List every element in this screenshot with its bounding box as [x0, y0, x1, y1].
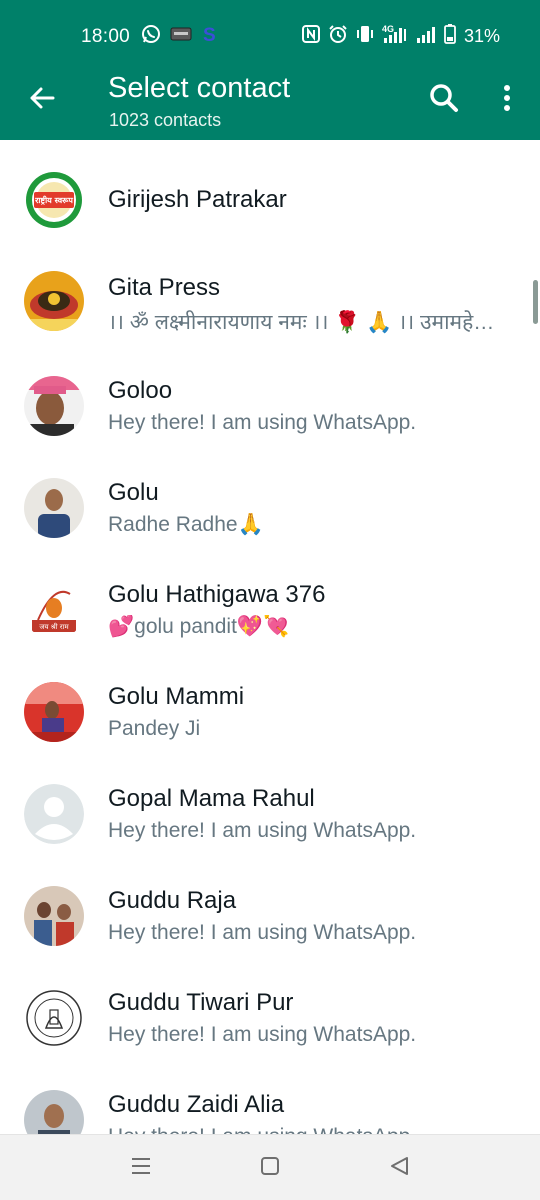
header: 18:00 S 4G 31% Select contact 1023 conta…	[0, 0, 540, 140]
app-bar: Select contact 1023 contacts	[0, 72, 540, 140]
nav-back-button[interactable]	[386, 1155, 412, 1181]
contact-status: Hey there! I am using WhatsApp.	[108, 1023, 417, 1046]
network-4g-signal-icon: 4G	[382, 24, 408, 49]
contact-name: Golu	[108, 479, 159, 506]
avatar[interactable]	[24, 376, 84, 436]
skype-icon: S	[201, 24, 217, 49]
avatar-logo-text: राष्ट्रीय स्वरूप	[34, 195, 73, 205]
avatar[interactable]	[24, 271, 84, 331]
contact-row[interactable]: Gita Press ।। ॐ लक्ष्मीनारायणाय नमः ।। 🌹…	[0, 260, 540, 362]
nfc-icon	[301, 24, 320, 48]
recents-button[interactable]	[128, 1155, 154, 1181]
contact-row[interactable]: जय श्री राम Golu Hathigawa 376 💕golu pan…	[0, 566, 540, 668]
back-icon	[389, 1156, 409, 1181]
contact-row[interactable]: Guddu Zaidi Alia Hey there! I am using W…	[0, 1076, 540, 1134]
contact-name: Guddu Raja	[108, 887, 237, 914]
contact-name: Golu Mammi	[108, 683, 245, 710]
avatar[interactable]	[24, 886, 84, 946]
home-icon	[260, 1156, 280, 1181]
avatar[interactable]	[24, 478, 84, 538]
contact-row[interactable]: Gopal Mama Rahul Hey there! I am using W…	[0, 770, 540, 872]
contact-name: Goloo	[108, 377, 173, 404]
page-title: Select contact	[108, 72, 291, 104]
more-options-button[interactable]	[493, 82, 521, 118]
contact-row[interactable]: Guddu Tiwari Pur Hey there! I am using W…	[0, 974, 540, 1076]
contact-row[interactable]: Guddu Raja Hey there! I am using WhatsAp…	[0, 872, 540, 974]
whatsapp-icon	[141, 24, 161, 49]
contact-row[interactable]: Goloo Hey there! I am using WhatsApp.	[0, 362, 540, 464]
contact-row[interactable]: Golu Mammi Pandey Ji	[0, 668, 540, 770]
status-left-icons: S	[141, 24, 217, 49]
svg-text:4G: 4G	[382, 24, 394, 34]
contact-name: Guddu Tiwari Pur	[108, 989, 294, 1016]
contact-status: ।। ॐ लक्ष्मीनारायणाय नमः ।। 🌹 🙏 ।। उमामह…	[108, 311, 495, 334]
status-time: 18:00	[81, 26, 131, 47]
vibrate-icon	[356, 24, 374, 49]
avatar[interactable]	[24, 1090, 84, 1134]
contact-status: Hey there! I am using WhatsApp.	[108, 921, 417, 944]
recents-icon	[130, 1156, 152, 1181]
search-icon	[429, 83, 459, 118]
contact-name: Gopal Mama Rahul	[108, 785, 315, 812]
battery-icon	[444, 23, 456, 49]
alarm-icon	[328, 24, 348, 49]
contact-status: Hey there! I am using WhatsApp.	[108, 819, 417, 842]
status-bar: 18:00 S 4G 31%	[0, 0, 540, 72]
avatar[interactable]	[24, 682, 84, 742]
contact-name: Guddu Zaidi Alia	[108, 1091, 285, 1118]
more-vertical-icon	[503, 84, 511, 116]
arrow-left-icon	[28, 84, 56, 117]
avatar-logo-text: जय श्री राम	[39, 622, 69, 631]
contact-row[interactable]: Golu Radhe Radhe🙏	[0, 464, 540, 566]
app-notification-icon	[170, 26, 192, 47]
home-button[interactable]	[257, 1155, 283, 1181]
avatar[interactable]: राष्ट्रीय स्वरूप	[24, 170, 84, 230]
contact-status: Pandey Ji	[108, 717, 201, 740]
search-button[interactable]	[426, 82, 462, 118]
system-nav-bar	[0, 1134, 540, 1200]
status-right-icons: 4G 31%	[301, 23, 500, 49]
contact-name: Gita Press	[108, 274, 221, 301]
contact-status: 💕golu pandit💖💘	[108, 615, 290, 638]
svg-text:S: S	[203, 25, 216, 44]
back-button[interactable]	[24, 82, 60, 118]
contact-status: Hey there! I am using WhatsApp.	[108, 411, 417, 434]
contact-status: Hey there! I am using WhatsApp.	[108, 1125, 508, 1134]
contact-row[interactable]: राष्ट्रीय स्वरूप Girijesh Patrakar	[0, 140, 540, 260]
default-avatar-icon[interactable]	[24, 784, 84, 844]
battery-percentage: 31%	[463, 25, 500, 46]
contact-status: Radhe Radhe🙏	[108, 513, 264, 536]
contact-list[interactable]: राष्ट्रीय स्वरूप Girijesh Patrakar Gita …	[0, 140, 540, 1134]
avatar[interactable]	[24, 988, 84, 1048]
signal-icon	[416, 24, 436, 49]
avatar[interactable]: जय श्री राम	[24, 580, 84, 640]
contacts-count: 1023 contacts	[109, 110, 222, 130]
scrollbar[interactable]	[533, 280, 538, 324]
contact-name: Girijesh Patrakar	[108, 186, 287, 213]
contact-name: Golu Hathigawa 376	[108, 581, 326, 608]
